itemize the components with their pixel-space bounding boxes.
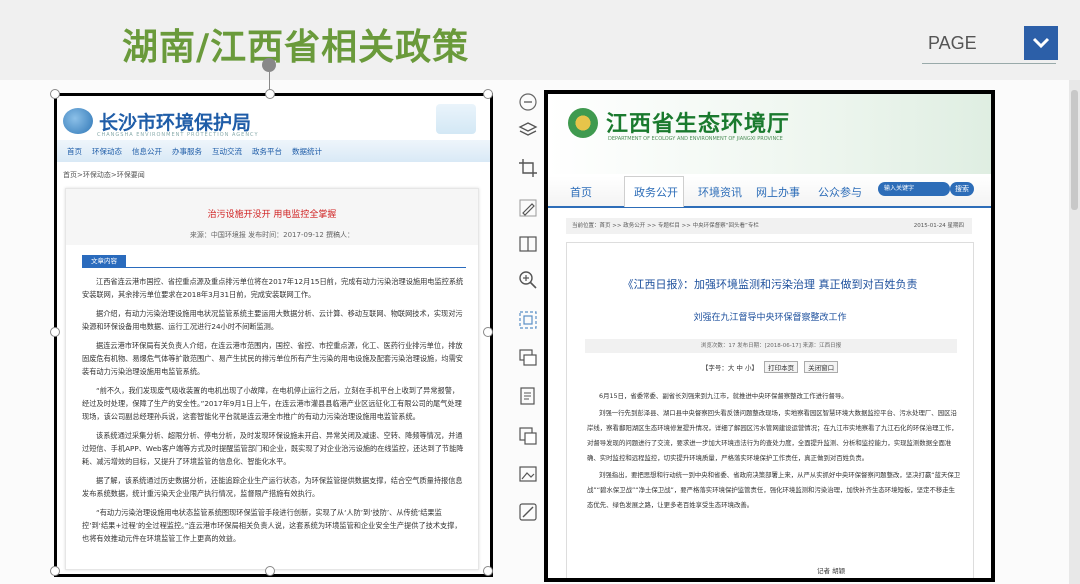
resize-handle-s[interactable]: [265, 566, 275, 576]
right-article-meta: 浏览次数：17 发布日期：[2018-06-17] 来源：江西日报: [585, 339, 957, 353]
nav-home[interactable]: 首页: [67, 146, 82, 157]
vertical-scrollbar[interactable]: [1069, 80, 1080, 584]
nav-public[interactable]: 公众参与: [818, 184, 862, 200]
left-site-sub: CHANGSHA ENVIRONMENT PROTECTION AGENCY: [97, 132, 259, 138]
resize-handle-se[interactable]: [483, 566, 493, 576]
page-underline: [922, 63, 1056, 64]
left-paragraph: 据了解，该系统通过历史数据分析，还能追踪企业生产运行状态，为环保监管提供数据支撑…: [82, 476, 463, 498]
image-to-text-button[interactable]: [514, 382, 542, 410]
search-input[interactable]: 输入关键字: [878, 182, 950, 196]
resize-handle-w[interactable]: [50, 327, 60, 337]
nav-government[interactable]: 政务公开: [634, 184, 678, 200]
right-paragraph: 刘强一行先到彭泽县、湖口县中央督察回头看反馈问题整改现场，实地察看园区智慧环境大…: [587, 409, 958, 462]
resize-handle-n[interactable]: [265, 89, 275, 99]
search-button[interactable]: 搜索: [950, 182, 974, 196]
resize-handle-ne[interactable]: [483, 89, 493, 99]
left-breadcrumb: 首页>环保动态>环保要闻: [63, 171, 145, 179]
left-paragraph: 该系统通过采集分析、超限分析、停电分析，及时发现环保设施未开启、异常关闭及减速、…: [82, 431, 464, 466]
font-size-label[interactable]: 【字号：大 中 小】: [702, 364, 758, 372]
mascot-image: [436, 104, 476, 134]
zoom-in-icon: [519, 271, 537, 289]
page-dropdown-button[interactable]: [1024, 26, 1058, 60]
leaf-logo-icon: [63, 108, 93, 134]
right-breadcrumb: 当前位置：首页 >> 政务公开 >> 专题栏目 >> 中央环保督察“回头看”专栏…: [566, 218, 972, 234]
resize-handle-e[interactable]: [483, 327, 493, 337]
right-banner: 江西省生态环境厅 DEPARTMENT OF ECOLOGY AND ENVIR…: [548, 94, 991, 174]
crop-button[interactable]: [514, 154, 542, 182]
page-label: PAGE: [928, 33, 977, 53]
nav-news[interactable]: 环境资讯: [698, 184, 742, 200]
breadcrumb-date: 2015-01-24 星期四: [913, 223, 964, 229]
right-site-sub: DEPARTMENT OF ECOLOGY AND ENVIRONMENT OF…: [608, 136, 783, 142]
header-bar: 湖南/江西省相关政策 PAGE: [0, 0, 1080, 80]
nav-data[interactable]: 数据统计: [292, 146, 322, 157]
nav-home[interactable]: 首页: [570, 184, 592, 200]
left-site-name: 长沙市环境保护局: [99, 111, 252, 134]
right-article-body: 6月15日，省委常委、副省长刘强来到九江市，就推进中央环保督察整改工作进行督导。…: [587, 389, 961, 515]
layers-icon: [518, 122, 538, 136]
page-title: 湖南/江西省相关政策: [122, 27, 470, 68]
emblem-icon: [568, 108, 598, 138]
image-effects-button[interactable]: [514, 460, 542, 488]
replace-image-icon: [519, 349, 537, 366]
right-site-name: 江西省生态环境厅: [606, 112, 791, 137]
left-paragraph: 江西省连云港市国控、省控重点源及重点排污单位将在2017年12月15日前，完成有…: [82, 277, 464, 299]
pen-icon: [519, 199, 537, 217]
nav-service[interactable]: 办事服务: [172, 146, 202, 157]
split-icon: [519, 236, 537, 252]
nav-info[interactable]: 信息公开: [132, 146, 162, 157]
resize-handle-sw[interactable]: [50, 566, 60, 576]
chevron-down-icon: [1032, 37, 1050, 49]
nav-interact[interactable]: 互动交流: [212, 146, 242, 157]
right-nav: 首页 政务公开 环境资讯 网上办事 公众参与 输入关键字 搜索: [548, 176, 991, 208]
copy-icon: [519, 427, 537, 445]
rotate-handle-icon[interactable]: [262, 58, 276, 72]
left-article-title: 治污设施开没开 用电监控全掌握: [207, 210, 337, 220]
print-button[interactable]: 打印本页: [764, 361, 799, 373]
right-document-image[interactable]: 江西省生态环境厅 DEPARTMENT OF ECOLOGY AND ENVIR…: [544, 90, 995, 582]
scrollbar-thumb[interactable]: [1071, 90, 1078, 210]
collapse-toolbar-button[interactable]: [514, 88, 542, 116]
layers-button[interactable]: [514, 116, 542, 144]
crop-icon: [519, 159, 537, 177]
minus-circle-icon: [519, 93, 537, 111]
font-size-controls: 【字号：大 中 小】 打印本页 关闭窗口: [567, 361, 973, 373]
nav-platform[interactable]: 政务平台: [252, 146, 282, 157]
right-article: 《江西日报》：加强环境监测和污染治理 真正做到对百姓负责 刘强在九江督导中央环保…: [566, 242, 974, 578]
left-paragraph: “前不久，我们发现废气吸收装置的电机出现了小故障，在电机停止运行之后，立刻在手机…: [82, 386, 462, 421]
document-icon: [520, 387, 535, 405]
replace-image-button[interactable]: [514, 344, 542, 372]
left-paragraph: “有动力污染治理设施用电状态监管系统图现环保监管手段进行创新，实现了从‘人防’到…: [82, 508, 462, 543]
reporter-signature: 记者 胡颖: [817, 567, 846, 575]
split-image-button[interactable]: [514, 230, 542, 258]
right-article-subtitle: 刘强在九江督导中央环保督察整改工作: [693, 313, 847, 323]
zoom-button[interactable]: [514, 266, 542, 294]
left-paragraph: 据介绍，有动力污染治理设施用电状况监管系统主要运用大数据分析、云计算、移动互联网…: [82, 309, 463, 331]
format-button[interactable]: [514, 498, 542, 526]
nav-online-service[interactable]: 网上办事: [756, 184, 800, 200]
close-window-button[interactable]: 关闭窗口: [804, 361, 839, 373]
resize-handle-nw[interactable]: [50, 89, 60, 99]
right-paragraph: 6月15日，省委常委、副省长刘强来到九江市，就推进中央环保督察整改工作进行督导。: [599, 392, 848, 400]
left-article-meta: 来源：中国环境报 发布时间：2017-09-12 撰稿人：: [189, 231, 355, 239]
left-paragraph: 据连云港市环保局有关负责人介绍，在连云港市范围内，国控、省控、市控重点源，化工、…: [82, 341, 463, 376]
scan-icon: [519, 311, 537, 329]
left-article-body: 江西省连云港市国控、省控重点源及重点排污单位将在2017年12月15日前，完成有…: [82, 275, 466, 551]
picture-icon: [519, 466, 537, 482]
select-area-button[interactable]: [514, 306, 542, 334]
nav-dynamics[interactable]: 环保动态: [92, 146, 122, 157]
edit-image-button[interactable]: [514, 194, 542, 222]
left-nav: 首页 环保动态 信息公开 办事服务 互动交流 政务平台 数据统计: [57, 140, 490, 162]
right-article-title: 《江西日报》：加强环境监测和污染治理 真正做到对百姓负责: [622, 278, 918, 291]
left-article-card: 治污设施开没开 用电监控全掌握 来源：中国环境报 发布时间：2017-09-12…: [65, 188, 479, 570]
copy-image-button[interactable]: [514, 422, 542, 450]
section-tag: 文章内容: [82, 255, 126, 267]
left-document-image[interactable]: 长沙市环境保护局 CHANGSHA ENVIRONMENT PROTECTION…: [54, 93, 493, 577]
slash-box-icon: [519, 503, 537, 521]
right-paragraph: 刘强指出，要把思想和行动统一到中央和省委、省政府决策部署上来，从严从实抓好中央环…: [587, 471, 961, 509]
